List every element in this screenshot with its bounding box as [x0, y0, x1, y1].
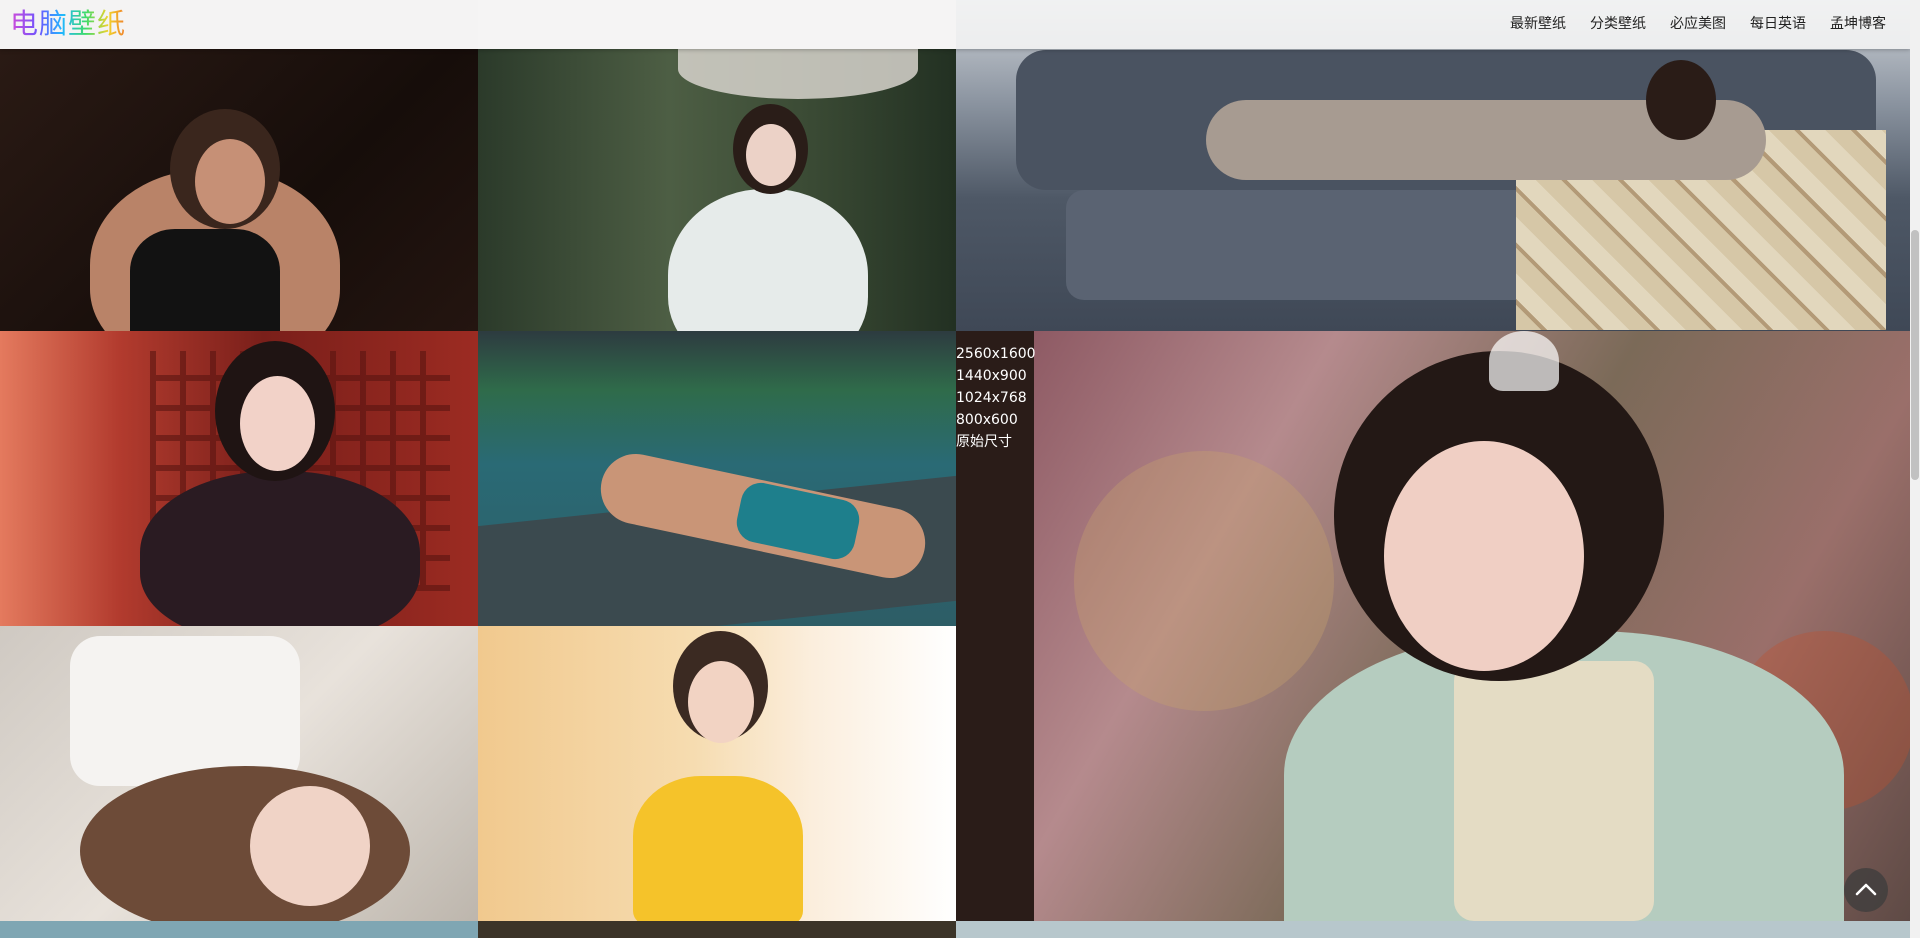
garment-trim [1454, 661, 1654, 921]
wallpaper-thumb-bottom-3[interactable] [956, 921, 1910, 938]
wallpaper-thumb-1[interactable] [0, 49, 478, 331]
portrait-face [688, 661, 754, 743]
wallpaper-thumb-bottom-1[interactable] [0, 921, 478, 938]
wallpaper-thumb-3[interactable] [956, 0, 1910, 331]
portrait-figure [668, 189, 868, 331]
size-option-2560x1600[interactable]: 2560x1600 [956, 343, 1036, 365]
umbrella-shape [678, 49, 918, 99]
nav-item-blog[interactable]: 孟坤博客 [1818, 0, 1898, 49]
size-option-800x600[interactable]: 800x600 [956, 409, 1034, 431]
nav-item-daily-english[interactable]: 每日英语 [1738, 0, 1818, 49]
portrait-face [250, 786, 370, 906]
portrait-head [1646, 60, 1716, 140]
size-option-original[interactable]: 原始尺寸 [956, 431, 1034, 453]
portrait-face [195, 139, 265, 224]
butterfly-hairpin [1489, 331, 1559, 391]
main-nav: 最新壁纸 分类壁纸 必应美图 每日英语 孟坤博客 [1498, 0, 1898, 49]
size-options-list: 2560x1600 1440x900 1024x768 800x600 原始尺寸 [956, 331, 1036, 453]
wallpaper-thumb-bottom-2[interactable] [478, 921, 956, 938]
size-option-1440x900[interactable]: 1440x900 [956, 365, 1034, 387]
size-option-1024x768[interactable]: 1024x768 [956, 387, 1034, 409]
wallpaper-thumb-7[interactable] [478, 626, 956, 921]
scrollbar-thumb[interactable] [1911, 230, 1919, 480]
size-options-panel: 2560x1600 1440x900 1024x768 800x600 原始尺寸 [956, 331, 1036, 921]
wallpaper-thumb-2[interactable] [478, 49, 956, 331]
wallpaper-thumb-4[interactable] [0, 331, 478, 626]
nav-item-categories[interactable]: 分类壁纸 [1578, 0, 1658, 49]
nav-item-bing[interactable]: 必应美图 [1658, 0, 1738, 49]
portrait-face [1384, 441, 1584, 671]
wallpaper-featured[interactable] [1034, 331, 1910, 921]
yellow-dress [633, 776, 803, 921]
portrait-face [240, 376, 315, 471]
wallpaper-thumb-5[interactable] [478, 331, 956, 626]
portrait-figure [140, 471, 420, 626]
dress-shape [130, 229, 280, 331]
portrait-figure [70, 636, 300, 786]
nav-item-latest[interactable]: 最新壁纸 [1498, 0, 1578, 49]
wallpaper-thumb-6[interactable] [0, 626, 478, 921]
chevron-up-icon [1855, 883, 1877, 896]
back-to-top-button[interactable] [1844, 868, 1888, 912]
wallpaper-page: 电脑壁纸 最新壁纸 分类壁纸 必应美图 每日英语 孟坤博客 2560x1600 … [0, 0, 1920, 938]
top-navigation-bar: 电脑壁纸 最新壁纸 分类壁纸 必应美图 每日英语 孟坤博客 [0, 0, 1910, 49]
bokeh-blur [1074, 451, 1334, 711]
portrait-face [746, 124, 796, 186]
site-logo[interactable]: 电脑壁纸 [10, 8, 126, 40]
page-scrollbar[interactable] [1910, 0, 1920, 938]
